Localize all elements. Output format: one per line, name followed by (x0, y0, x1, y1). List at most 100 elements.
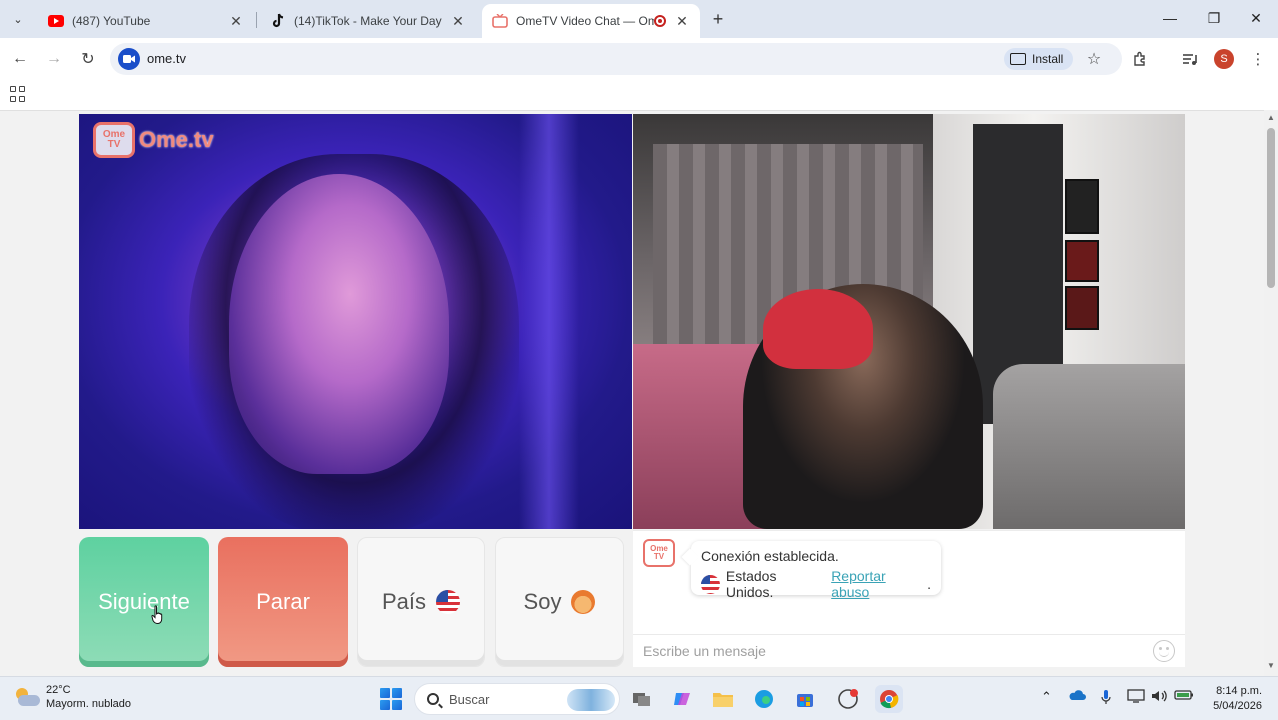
close-tab-icon[interactable]: ✕ (450, 13, 466, 29)
scroll-thumb[interactable] (1267, 128, 1275, 288)
background-light (519, 114, 579, 529)
tab-youtube[interactable]: (487) YouTube ✕ (38, 6, 254, 36)
taskbar: 22°C Mayorm. nublado Buscar ⌃ 8:14 p.m. … (0, 676, 1278, 720)
clock-date: 5/04/2026 (1213, 700, 1262, 712)
ometv-chat-avatar-icon: Ome TV (643, 539, 675, 567)
site-info-icon[interactable] (118, 48, 140, 70)
close-window-button[interactable]: ✕ (1234, 0, 1278, 36)
search-highlight-image (567, 689, 615, 711)
next-button-label: Siguiente (98, 589, 190, 614)
gender-button-label: Soy (523, 589, 562, 614)
tab-strip: ⌄ (487) YouTube ✕ (14)TikTok - Make Your… (0, 0, 1278, 38)
hand-cursor-icon (151, 605, 163, 625)
url-text: ome.tv (147, 51, 187, 66)
recording-icon (654, 15, 666, 27)
self-video (633, 114, 1185, 529)
partner-video: Ome TV Ome.tv (79, 114, 632, 529)
start-button[interactable] (377, 685, 405, 713)
tab-title: (14)TikTok - Make Your Day (294, 14, 442, 28)
install-button[interactable]: Install (1004, 48, 1074, 70)
ometv-logo-text: Ome.tv (139, 127, 214, 152)
reload-button[interactable]: ↻ (75, 46, 101, 72)
chat-input-bar (633, 634, 1185, 668)
taskbar-search[interactable]: Buscar (414, 683, 620, 715)
install-icon (1010, 53, 1026, 65)
ometv-logo: Ome TV Ome.tv (93, 122, 214, 158)
tray-overflow-icon[interactable]: ⌃ (1041, 689, 1052, 705)
tiktok-icon (270, 13, 286, 29)
forward-button[interactable]: → (41, 46, 67, 72)
task-view-icon[interactable] (628, 685, 656, 713)
tab-title: OmeTV Video Chat — Ome (516, 14, 654, 28)
extensions-icon[interactable] (1127, 46, 1153, 72)
weather-temp: 22°C (46, 684, 71, 696)
country-button[interactable]: País (357, 537, 485, 667)
gender-button[interactable]: Soy (495, 537, 624, 667)
search-placeholder: Buscar (449, 691, 490, 707)
file-explorer-icon[interactable] (709, 685, 737, 713)
media-controls-icon[interactable] (1177, 46, 1203, 72)
connection-status: Conexión establecida. (701, 548, 839, 564)
scroll-down-icon[interactable]: ▼ (1267, 662, 1275, 670)
display-icon[interactable] (1127, 689, 1145, 706)
emoji-icon[interactable] (1153, 640, 1175, 662)
scroll-up-icon[interactable]: ▲ (1267, 114, 1275, 122)
store-icon[interactable] (791, 685, 819, 713)
chat-panel: Ome TV Conexión establecida. Estados Uni… (633, 530, 1185, 667)
new-tab-button[interactable]: + (706, 7, 730, 31)
volume-icon[interactable] (1151, 689, 1169, 706)
chrome-icon[interactable] (875, 685, 903, 713)
back-button[interactable]: ← (7, 46, 33, 72)
partner-country: Estados Unidos. (725, 568, 777, 600)
poster (1065, 240, 1099, 282)
us-flag-icon (701, 574, 720, 594)
partner-face (229, 174, 449, 474)
poster (1065, 286, 1099, 330)
app-icon[interactable] (834, 685, 862, 713)
tab-tiktok[interactable]: (14)TikTok - Make Your Day ✕ (260, 6, 476, 36)
install-label: Install (1032, 52, 1064, 66)
close-tab-icon[interactable]: ✕ (674, 13, 690, 29)
tab-title: (487) YouTube (72, 14, 151, 28)
restore-button[interactable]: ❐ (1192, 0, 1236, 36)
apps-grid-icon[interactable] (10, 86, 26, 102)
boy-emoji-icon (571, 590, 596, 614)
microphone-icon[interactable] (1100, 689, 1112, 708)
copilot-icon[interactable] (668, 685, 696, 713)
system-clock[interactable]: 8:14 p.m. 5/04/2026 (1196, 684, 1262, 714)
report-abuse-link[interactable]: Reportar abuso (831, 568, 927, 600)
red-cap (763, 289, 873, 369)
weather-widget[interactable]: 22°C Mayorm. nublado (14, 683, 131, 711)
system-message: Conexión establecida. Estados Unidos. Re… (691, 541, 941, 600)
partly-cloudy-icon (14, 686, 40, 708)
poster (1065, 179, 1099, 234)
menu-kebab-icon[interactable]: ⋮ (1245, 46, 1271, 72)
country-button-label: País (381, 589, 427, 614)
search-icon (427, 693, 439, 705)
us-flag-icon (436, 590, 461, 614)
weather-desc: Mayorm. nublado (46, 698, 131, 710)
next-button[interactable]: Siguiente (79, 537, 209, 667)
windows-logo-icon (380, 688, 402, 710)
address-bar[interactable]: ome.tv Install ☆ (110, 43, 1122, 75)
edge-icon[interactable] (750, 685, 778, 713)
bookmark-star-icon[interactable]: ☆ (1082, 47, 1106, 71)
page-scrollbar[interactable]: ▲ ▼ (1264, 110, 1278, 676)
bookmarks-bar (0, 80, 1278, 110)
stop-button[interactable]: Parar (218, 537, 348, 667)
tab-search-icon[interactable]: ⌄ (6, 7, 30, 31)
message-input[interactable] (633, 635, 1143, 667)
report-suffix: . (927, 576, 931, 592)
ometv-icon (492, 13, 508, 29)
onedrive-icon[interactable] (1068, 689, 1086, 704)
tab-divider (256, 12, 257, 28)
browser-toolbar: ← → ↻ ome.tv Install ☆ S ⋮ (0, 38, 1278, 80)
youtube-icon (48, 13, 64, 29)
battery-icon[interactable] (1174, 689, 1194, 704)
minimize-button[interactable]: — (1148, 0, 1192, 36)
profile-avatar[interactable]: S (1214, 49, 1234, 69)
clock-time: 8:14 p.m. (1216, 685, 1262, 697)
tab-ometv[interactable]: OmeTV Video Chat — Ome ✕ (482, 4, 700, 38)
close-tab-icon[interactable]: ✕ (228, 13, 244, 29)
background-sofa (993, 364, 1185, 529)
